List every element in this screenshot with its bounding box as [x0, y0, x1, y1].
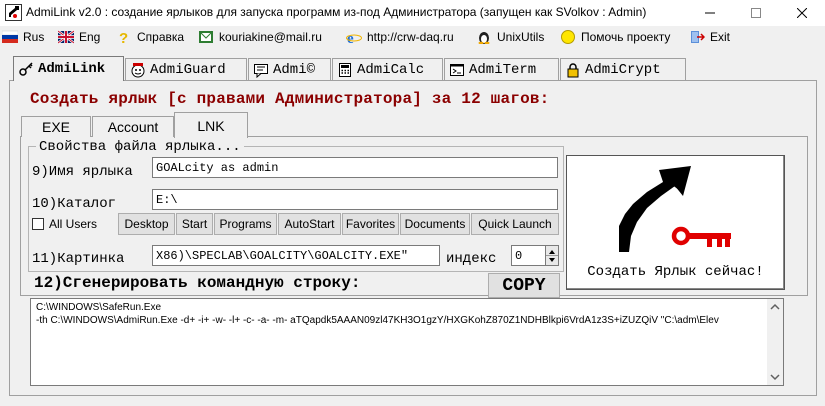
subtab-account[interactable]: Account [92, 116, 174, 137]
index-spinner[interactable] [545, 245, 559, 266]
programs-button[interactable]: Programs [214, 213, 277, 235]
start-button[interactable]: Start [176, 213, 213, 235]
guard-icon [131, 62, 145, 77]
help-icon: ? [119, 30, 128, 44]
exit-icon [691, 31, 705, 43]
lock-icon [567, 62, 579, 77]
menu-website-label: http://crw-daq.ru [367, 30, 454, 44]
menu-help[interactable]: ? Справка [116, 28, 184, 46]
tab-admicalc-label: AdmiCalc [357, 61, 425, 78]
create-shortcut-label: Создать Ярлык сейчас! [587, 264, 764, 280]
command-line-1: C:\WINDOWS\SafeRun.Exe [36, 302, 162, 313]
subtab-lnk[interactable]: LNK [174, 112, 248, 138]
autostart-button[interactable]: AutoStart [278, 213, 341, 235]
shortcut-name-label: 9)Имя ярлыка [32, 164, 133, 180]
menu-rus-label: Rus [23, 30, 45, 44]
menu-rus[interactable]: Rus [2, 28, 44, 46]
menu-eng-label: Eng [79, 30, 101, 44]
subtab-exe[interactable]: EXE [21, 116, 91, 137]
tab-admiguard[interactable]: AdmiGuard [125, 58, 247, 80]
window-title: AdmiLink v2.0 : создание ярлыков для зап… [26, 5, 647, 19]
spinner-arrows-icon [546, 250, 558, 262]
icon-label: 11)Картинка [32, 251, 125, 267]
shortcut-arrow-key-icon [619, 166, 731, 252]
menu-help-label: Справка [137, 30, 185, 44]
favorites-button[interactable]: Favorites [342, 213, 399, 235]
tux-icon [478, 32, 490, 44]
command-line-2: -th C:\WINDOWS\AdmiRun.Exe -d+ -i+ -w- -… [36, 315, 719, 326]
menu-mail[interactable]: kouriakine@mail.ru [198, 28, 322, 46]
page-heading: Создать ярлык [с правами Администратора]… [30, 90, 550, 108]
menu-bar: Rus Eng ? Справка kouriakine@mail.ru e h… [0, 26, 825, 48]
tab-admicopyright-label: Admi© [273, 61, 316, 78]
menu-unixutils[interactable]: UnixUtils [476, 28, 544, 46]
minimize-icon[interactable] [687, 0, 733, 26]
directory-input[interactable]: E:\ [152, 189, 558, 210]
menu-donate-label: Помочь проекту [581, 30, 671, 44]
maximize-icon[interactable] [733, 0, 779, 26]
tab-admiterm[interactable]: AdmiTerm [444, 58, 559, 80]
icon-path-input[interactable]: X86)\SPECLAB\GOALCITY\GOALCITY.EXE" [152, 245, 440, 266]
group-title: Свойства файла ярлыка... [36, 139, 244, 155]
uk-flag-icon [58, 30, 74, 44]
copy-button[interactable]: COPY [488, 273, 560, 298]
menu-exit[interactable]: Exit [689, 28, 730, 46]
app-icon [5, 4, 22, 21]
close-icon[interactable] [779, 0, 825, 26]
russia-flag-icon [2, 30, 18, 43]
key-icon [19, 62, 33, 76]
index-label: индекс [446, 251, 497, 267]
menu-exit-label: Exit [710, 30, 731, 44]
generate-command-label: 12)Сгенерировать командную строку: [34, 274, 361, 292]
svg-text:e: e [347, 31, 354, 44]
desktop-button[interactable]: Desktop [118, 213, 175, 235]
tab-admilink-label: AdmiLink [38, 61, 106, 77]
terminal-icon [450, 63, 464, 76]
directory-label: 10)Каталог [32, 196, 117, 212]
command-scrollbar[interactable] [767, 299, 783, 385]
command-line-textarea[interactable]: C:\WINDOWS\SafeRun.Exe -th C:\WINDOWS\Ad… [30, 298, 784, 386]
tab-admicalc[interactable]: AdmiCalc [332, 58, 443, 80]
tab-admicrypt-label: AdmiCrypt [585, 61, 661, 78]
documents-button[interactable]: Documents [400, 213, 470, 235]
all-users-checkbox[interactable] [32, 218, 44, 230]
coin-icon [561, 30, 575, 44]
title-bar: AdmiLink v2.0 : создание ярлыков для зап… [0, 0, 825, 26]
shortcut-name-input[interactable]: GOALcity as admin [152, 157, 558, 178]
menu-eng[interactable]: Eng [58, 28, 100, 46]
quick-launch-button[interactable]: Quick Launch [471, 213, 559, 235]
tab-admiguard-label: AdmiGuard [150, 61, 226, 78]
tab-admicrypt[interactable]: AdmiCrypt [560, 58, 686, 80]
all-users-label: All Users [49, 217, 98, 231]
ie-icon: e [346, 31, 362, 44]
menu-donate[interactable]: Помочь проекту [560, 28, 670, 46]
index-input[interactable]: 0 [511, 245, 547, 266]
tab-admiterm-label: AdmiTerm [469, 61, 537, 78]
tab-admicopyright[interactable]: Admi© [248, 58, 331, 80]
tab-admilink[interactable]: AdmiLink [13, 56, 124, 81]
mail-icon [199, 31, 213, 43]
chat-icon [254, 63, 268, 78]
scrollbar-arrows-icon [770, 303, 780, 381]
calculator-icon [339, 62, 351, 77]
menu-unixutils-label: UnixUtils [497, 30, 545, 44]
menu-website[interactable]: e http://crw-daq.ru [346, 28, 454, 46]
svg-text:?: ? [119, 30, 128, 44]
menu-mail-label: kouriakine@mail.ru [219, 30, 322, 44]
